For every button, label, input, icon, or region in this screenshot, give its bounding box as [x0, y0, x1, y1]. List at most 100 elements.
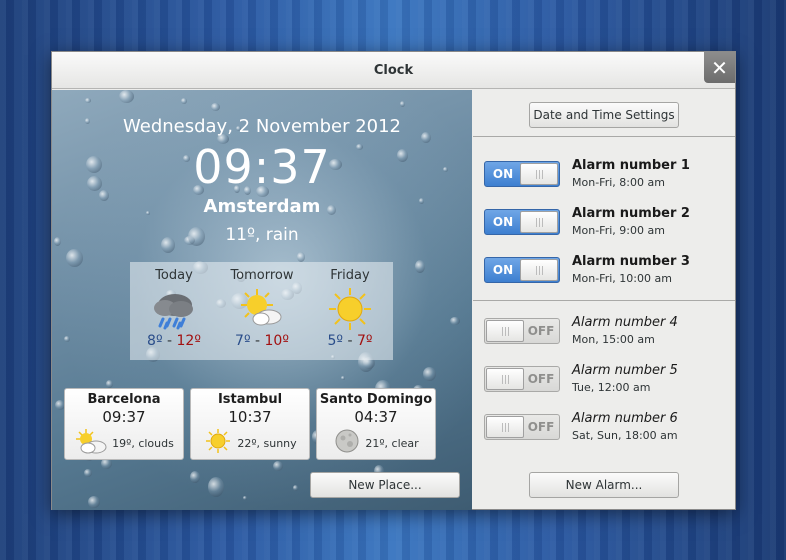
raindrop [66, 249, 83, 267]
raindrop [273, 461, 283, 471]
close-icon: ✕ [711, 55, 728, 80]
raindrop [341, 376, 345, 380]
toggle-knob[interactable] [486, 368, 524, 390]
rain-cloud-icon [130, 287, 218, 331]
place-condition: 22º, sunny [237, 436, 297, 450]
alarm-name: Alarm number 1 [572, 158, 690, 173]
alarm-schedule: Sat, Sun, 18:00 am [572, 429, 678, 442]
place-time: 04:37 [354, 408, 398, 426]
toggle-knob[interactable] [520, 211, 558, 233]
sun-cloud-icon [74, 428, 108, 458]
alarm-name: Alarm number 3 [572, 254, 690, 269]
sun-icon [306, 287, 394, 331]
raindrop [106, 380, 113, 388]
raindrop [423, 367, 436, 381]
toggle-state: OFF [527, 420, 555, 434]
place-card[interactable]: Istambul 10:37 22º, sunny [190, 388, 310, 460]
alarm-name: Alarm number 5 [572, 363, 678, 378]
raindrop [181, 98, 187, 104]
moon-icon [333, 428, 361, 458]
raindrop [64, 336, 70, 342]
place-card[interactable]: Barcelona 09:37 19º, clouds [64, 388, 184, 460]
current-time: 09:37 [193, 140, 331, 194]
toggle-knob[interactable] [520, 259, 558, 281]
world-clock-pane: Wednesday, 2 November 2012 09:37 Amsterd… [52, 90, 472, 510]
current-condition: 11º, rain [225, 225, 299, 245]
raindrop [208, 477, 224, 497]
forecast-day: Today 8º - 12º [130, 262, 218, 349]
alarm-name: Alarm number 4 [572, 315, 678, 330]
forecast-day-name: Today [155, 268, 193, 283]
toggle-state: OFF [527, 324, 555, 338]
new-place-button[interactable]: New Place... [310, 472, 460, 498]
place-city: Barcelona [87, 392, 161, 407]
forecast-low: 7º [235, 333, 251, 349]
place-time: 09:37 [102, 408, 146, 426]
divider [473, 136, 735, 137]
alarm-name: Alarm number 2 [572, 206, 690, 221]
divider [473, 300, 735, 301]
forecast-temps: 8º - 12º [130, 333, 218, 349]
raindrop [211, 103, 220, 111]
window-title: Clock [373, 62, 414, 78]
alarm-toggle[interactable]: ON [484, 209, 560, 235]
forecast-high: 10º [264, 333, 289, 349]
alarm-schedule: Mon, 15:00 am [572, 333, 655, 346]
forecast-sep: - [162, 333, 177, 349]
new-alarm-button[interactable]: New Alarm... [529, 472, 679, 498]
place-city: Santo Domingo [319, 392, 433, 407]
alarm-item[interactable]: OFF Alarm number 5 Tue, 12:00 am [484, 363, 729, 395]
sun-icon [203, 428, 233, 458]
alarm-schedule: Mon-Fri, 8:00 am [572, 176, 665, 189]
forecast-temps: 5º - 7º [306, 333, 394, 349]
alarm-toggle[interactable]: ON [484, 161, 560, 187]
alarm-toggle[interactable]: OFF [484, 366, 560, 392]
date-time-settings-button[interactable]: Date and Time Settings [529, 102, 679, 128]
forecast-day: Tomorrow 7º - 10º [218, 262, 306, 349]
toggle-state: ON [492, 215, 514, 229]
forecast-day: Friday 5º - 7º [306, 262, 394, 349]
alarm-item[interactable]: ON Alarm number 1 Mon-Fri, 8:00 am [484, 158, 729, 190]
alarm-name: Alarm number 6 [572, 411, 678, 426]
current-date: Wednesday, 2 November 2012 [123, 116, 401, 137]
raindrop [415, 260, 425, 273]
alarm-item[interactable]: OFF Alarm number 6 Sat, Sun, 18:00 am [484, 411, 729, 443]
place-condition: 19º, clouds [112, 436, 174, 450]
alarm-schedule: Tue, 12:00 am [572, 381, 651, 394]
forecast-day-name: Friday [330, 268, 370, 283]
alarm-toggle[interactable]: ON [484, 257, 560, 283]
current-city: Amsterdam [203, 196, 321, 217]
place-condition: 21º, clear [365, 436, 419, 450]
raindrop [84, 469, 92, 477]
raindrop [119, 90, 134, 103]
alarm-toggle[interactable]: OFF [484, 414, 560, 440]
raindrop [297, 252, 305, 262]
forecast-low: 5º [327, 333, 344, 349]
toggle-state: OFF [527, 372, 555, 386]
forecast-temps: 7º - 10º [218, 333, 306, 349]
clock-window: Clock ✕ Wednesday, 2 November 2012 09:37… [51, 51, 736, 510]
raindrop [88, 496, 100, 508]
toggle-knob[interactable] [486, 320, 524, 342]
alarm-toggle[interactable]: OFF [484, 318, 560, 344]
place-card[interactable]: Santo Domingo 04:37 21º, clear [316, 388, 436, 460]
close-button[interactable]: ✕ [704, 52, 735, 83]
alarm-item[interactable]: OFF Alarm number 4 Mon, 15:00 am [484, 315, 729, 347]
alarms-pane: Date and Time Settings ON Alarm number 1… [473, 90, 735, 510]
place-time: 10:37 [228, 408, 272, 426]
forecast-sep: - [343, 333, 357, 349]
raindrop [400, 101, 405, 107]
forecast-day-name: Tomorrow [230, 268, 294, 283]
toggle-knob[interactable] [520, 163, 558, 185]
alarm-schedule: Mon-Fri, 9:00 am [572, 224, 665, 237]
toggle-knob[interactable] [486, 416, 524, 438]
alarm-item[interactable]: ON Alarm number 3 Mon-Fri, 10:00 am [484, 254, 729, 286]
raindrop [85, 98, 91, 103]
forecast-high: 7º [356, 333, 373, 349]
raindrop [450, 317, 460, 325]
sun-cloud-icon [218, 287, 306, 331]
raindrop [293, 485, 298, 491]
titlebar[interactable]: Clock ✕ [52, 52, 735, 89]
raindrop [190, 471, 200, 483]
alarm-item[interactable]: ON Alarm number 2 Mon-Fri, 9:00 am [484, 206, 729, 238]
